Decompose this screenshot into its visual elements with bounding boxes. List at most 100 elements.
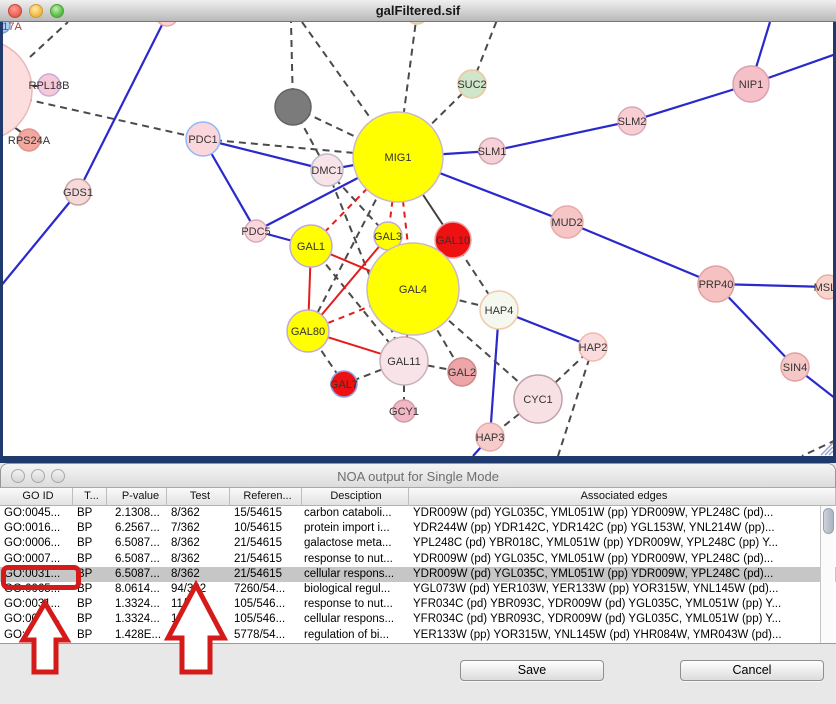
network-node-PRP40[interactable]: PRP40: [698, 266, 734, 302]
network-node-unlabeled[interactable]: [406, 22, 428, 24]
column-header-go-id[interactable]: GO ID: [0, 488, 73, 506]
network-node-GDS1[interactable]: GDS1: [63, 179, 93, 205]
cell-test: 94/362: [167, 582, 230, 597]
network-node-MUD2[interactable]: MUD2: [551, 206, 583, 238]
network-node-RPL18B[interactable]: RPL18B: [29, 74, 70, 96]
network-node-NIP1[interactable]: NIP1: [733, 66, 769, 102]
cell-description: cellular respons...: [302, 567, 409, 582]
cell-reference: 21/54615: [230, 567, 302, 582]
table-row[interactable]: GO:0007...BP6.5087...8/36221/54615respon…: [0, 552, 836, 567]
node-label: SIN4: [783, 362, 807, 374]
network-node-HAP3[interactable]: HAP3: [476, 423, 505, 451]
table-row[interactable]: GO:0031...BP1.3324...11/362105/546...cel…: [0, 612, 836, 627]
network-node-SIN4[interactable]: SIN4: [781, 353, 809, 381]
table-row[interactable]: GO:0016...BP6.2567...7/36210/54615protei…: [0, 521, 836, 536]
network-node-PDC5[interactable]: PDC5: [241, 220, 270, 242]
cell-edges: YDR009W (pd) YGL035C, YML051W (pp) YDR00…: [409, 552, 836, 567]
node-label: 17A: [3, 22, 22, 33]
network-node-SUC2[interactable]: SUC2: [457, 70, 486, 98]
network-node-CYC1[interactable]: CYC1: [514, 375, 562, 423]
network-node-GAL1[interactable]: GAL1: [290, 225, 332, 267]
network-node-GAL2[interactable]: GAL2: [448, 358, 476, 386]
cell-description: biological regul...: [302, 582, 409, 597]
cancel-button[interactable]: Cancel: [680, 660, 824, 681]
edges-layer: [3, 22, 833, 456]
node-label: CYC1: [523, 394, 552, 406]
network-node-unlabeled[interactable]: [156, 22, 178, 26]
node-label: GAL3: [374, 231, 402, 243]
cell-p_value: 2.1308...: [107, 506, 167, 521]
table-row[interactable]: GO:0045...BP2.1308...8/36215/54615carbon…: [0, 506, 836, 521]
network-window-titlebar[interactable]: galFiltered.sif: [0, 0, 836, 22]
network-edge-blue[interactable]: [492, 121, 632, 151]
cell-description: response to nut...: [302, 597, 409, 612]
network-node-SLM1[interactable]: SLM1: [478, 138, 507, 164]
node-label: DMC1: [311, 165, 342, 177]
cell-test: 11/362: [167, 597, 230, 612]
cell-p_value: 6.2567...: [107, 521, 167, 536]
table-row[interactable]: GO:0006...BP6.5087...8/36221/54615galact…: [0, 536, 836, 551]
cell-go_id: GO:0006...: [0, 536, 73, 551]
network-node-HAP2[interactable]: HAP2: [579, 333, 608, 361]
network-node-unlabeled[interactable]: [275, 89, 311, 125]
network-edge-blue[interactable]: [3, 192, 78, 287]
network-node-GCY1[interactable]: GCY1: [389, 400, 419, 422]
table-row-selected[interactable]: GO:0031...BP6.5087...8/36221/54615cellul…: [0, 567, 836, 582]
network-canvas[interactable]: 17A RPL18B RPS24A GDS1 PDC1 PDC5 MIG1 SUC2 SLM1 D…: [3, 22, 833, 456]
cell-type: BP: [73, 536, 107, 551]
node-label: GDS1: [63, 187, 93, 199]
cell-test: 11/362: [167, 612, 230, 627]
node-label: SUC2: [457, 79, 486, 91]
column-header-description[interactable]: Desciption: [302, 488, 409, 506]
network-node-17A[interactable]: 17A: [3, 22, 22, 33]
cell-p_value: 6.5087...: [107, 552, 167, 567]
cell-p_value: 1.3324...: [107, 612, 167, 627]
network-node-DMC1[interactable]: DMC1: [311, 154, 343, 186]
column-header-associated-edges[interactable]: Associated edges: [409, 488, 836, 506]
node-label: SLM1: [478, 146, 507, 158]
table-row[interactable]: GO:0050...BP1.428E...80/3625778/54...reg…: [0, 628, 836, 643]
network-node-GAL4[interactable]: GAL4: [367, 243, 459, 335]
network-node-GAL80[interactable]: GAL80: [287, 310, 329, 352]
cell-edges: YDR009W (pd) YGL035C, YML051W (pp) YDR00…: [409, 567, 836, 582]
cell-reference: 21/54615: [230, 552, 302, 567]
cell-edges: YFR034C (pd) YBR093C, YDR009W (pd) YGL03…: [409, 597, 836, 612]
network-node-SLM2[interactable]: SLM2: [618, 107, 647, 135]
column-header-reference[interactable]: Referen...: [230, 488, 302, 506]
cell-type: BP: [73, 582, 107, 597]
cell-go_id: GO:0031...: [0, 597, 73, 612]
cell-type: BP: [73, 612, 107, 627]
column-header-p-value[interactable]: P-value: [107, 488, 167, 506]
table-row[interactable]: GO:0031...BP1.3324...11/362105/546...res…: [0, 597, 836, 612]
save-button[interactable]: Save: [460, 660, 604, 681]
scrollbar-thumb[interactable]: [823, 508, 834, 534]
node-label: RPL18B: [29, 80, 70, 92]
network-edge-blue[interactable]: [78, 22, 167, 192]
network-edge-blue[interactable]: [203, 139, 327, 170]
network-node-MIG1[interactable]: MIG1: [353, 112, 443, 202]
cell-reference: 21/54615: [230, 536, 302, 551]
cell-edges: YER133W (pp) YOR315W, YNL145W (pd) YHR08…: [409, 628, 836, 643]
network-node-GAL11[interactable]: GAL11: [380, 337, 428, 385]
network-node-MSL5[interactable]: MSL5: [814, 275, 833, 299]
cell-go_id: GO:0065...: [0, 582, 73, 597]
network-node-RPS24A[interactable]: RPS24A: [8, 129, 51, 151]
network-node-GAL7[interactable]: GAL7: [330, 371, 358, 397]
resize-grip-icon[interactable]: [821, 443, 833, 455]
network-node-HAP4[interactable]: HAP4: [480, 291, 518, 329]
table-scrollbar[interactable]: [820, 506, 835, 643]
network-node-PDC1[interactable]: PDC1: [186, 122, 220, 156]
network-edge-dash[interactable]: [30, 22, 68, 57]
node-label: MIG1: [385, 152, 412, 164]
column-header-type[interactable]: T...: [73, 488, 107, 506]
column-header-test[interactable]: Test: [167, 488, 230, 506]
cell-reference: 7260/54...: [230, 582, 302, 597]
noa-window-titlebar[interactable]: NOA output for Single Mode: [0, 463, 836, 488]
node-label: GAL80: [291, 326, 325, 338]
table-row[interactable]: GO:0065...BP8.0614...94/3627260/54...bio…: [0, 582, 836, 597]
network-edge-blue[interactable]: [567, 222, 716, 284]
node-label: MSL5: [814, 282, 833, 294]
node-label: GAL7: [330, 379, 358, 391]
node-label: RPS24A: [8, 135, 51, 147]
cell-edges: YDR009W (pd) YGL035C, YML051W (pp) YDR00…: [409, 506, 836, 521]
